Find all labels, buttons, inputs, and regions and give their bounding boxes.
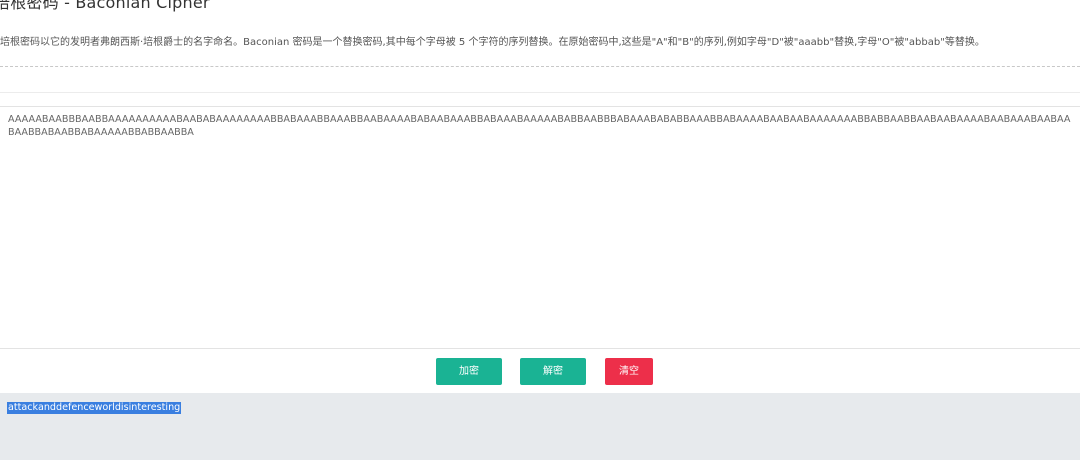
clear-button[interactable]: 清空 — [605, 358, 653, 385]
result-panel: attackanddefenceworldisinteresting — [0, 393, 1080, 460]
divider — [0, 92, 1080, 93]
dashed-divider — [0, 66, 1080, 67]
page-title: 培根密码 - Baconian Cipher — [0, 0, 210, 12]
result-text[interactable]: attackanddefenceworldisinteresting — [7, 402, 182, 414]
encrypt-button[interactable]: 加密 — [436, 358, 502, 385]
decrypt-button[interactable]: 解密 — [520, 358, 586, 385]
cipher-description: 培根密码以它的发明者弗朗西斯·培根爵士的名字命名。Baconian 密码是一个替… — [0, 37, 985, 48]
cipher-input-textarea[interactable]: AAAAABAABBBAABBAAAAAAAAAABAABABAAAAAAAAB… — [0, 106, 1080, 349]
